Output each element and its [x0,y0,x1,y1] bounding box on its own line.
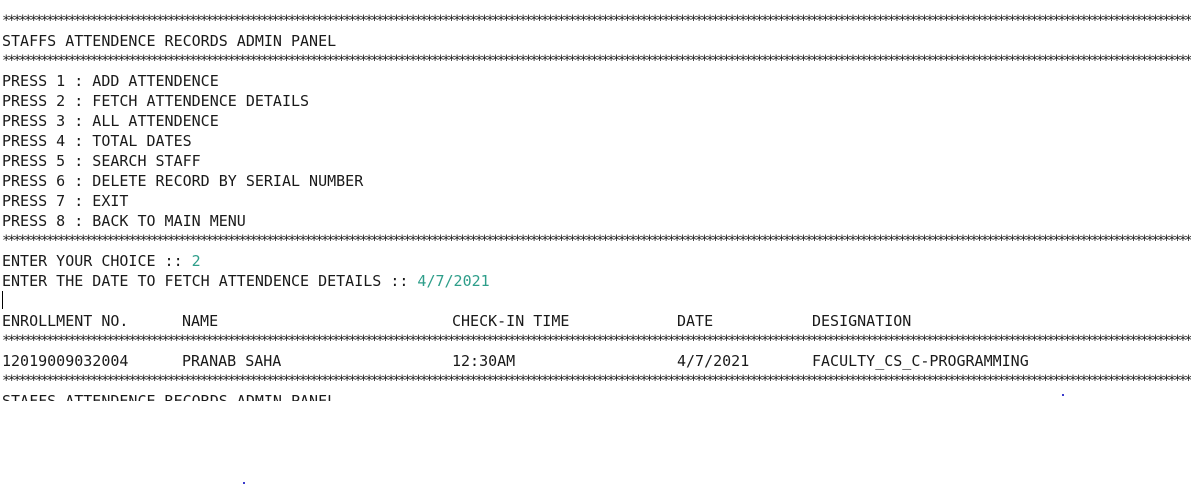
cell-enrollment: 12019009032004 [2,352,129,370]
choice-input-value[interactable]: 2 [192,252,201,270]
table-row: 12019009032004 PRANAB SAHA 12:30AM 4/7/2… [2,351,1191,371]
separator-line: ****************************************… [2,291,1191,311]
date-input-value[interactable]: 4/7/2021 [417,272,489,290]
menu-item-3: PRESS 3 : ALL ATTENDENCE [2,112,219,130]
header-designation: DESIGNATION [812,312,912,330]
cell-name: PRANAB SAHA [182,352,282,370]
text-cursor [2,291,3,309]
cell-designation: FACULTY_CS_C-PROGRAMMING [812,352,1029,370]
menu-item-6: PRESS 6 : DELETE RECORD BY SERIAL NUMBER [2,172,364,190]
separator-line: ****************************************… [2,13,1191,29]
separator-line: ****************************************… [2,373,1191,389]
date-prompt: ENTER THE DATE TO FETCH ATTENDENCE DETAI… [2,272,418,290]
stray-pixel [243,482,245,484]
separator-line: ****************************************… [2,333,1191,349]
menu-item-1: PRESS 1 : ADD ATTENDENCE [2,72,219,90]
console-output: ****************************************… [2,11,1191,403]
separator-line: ****************************************… [2,53,1191,69]
choice-line: ENTER YOUR CHOICE :: 2 [2,251,1191,271]
table-header-row: ENROLLMENT NO. NAME CHECK-IN TIME DATE D… [2,311,1191,331]
menu-item-7: PRESS 7 : EXIT [2,192,129,210]
trailing-panel-title: STAFFS ATTENDENCE RECORDS ADMIN PANEL [2,392,337,401]
menu-item-4: PRESS 4 : TOTAL DATES [2,132,192,150]
menu-item-8: PRESS 8 : BACK TO MAIN MENU [2,212,246,230]
menu-item-2: PRESS 2 : FETCH ATTENDENCE DETAILS [2,92,310,110]
panel-title: STAFFS ATTENDENCE RECORDS ADMIN PANEL [2,32,337,50]
header-check-in-time: CHECK-IN TIME [452,312,570,330]
stray-pixel [1062,394,1064,396]
header-date: DATE [677,312,714,330]
cell-check-in-time: 12:30AM [452,352,516,370]
separator-line: ****************************************… [2,233,1191,249]
menu-item-5: PRESS 5 : SEARCH STAFF [2,152,201,170]
header-name: NAME [182,312,219,330]
cell-date: 4/7/2021 [677,352,750,370]
header-enrollment: ENROLLMENT NO. [2,312,129,330]
choice-prompt: ENTER YOUR CHOICE :: [2,252,192,270]
date-line: ENTER THE DATE TO FETCH ATTENDENCE DETAI… [2,271,1191,291]
